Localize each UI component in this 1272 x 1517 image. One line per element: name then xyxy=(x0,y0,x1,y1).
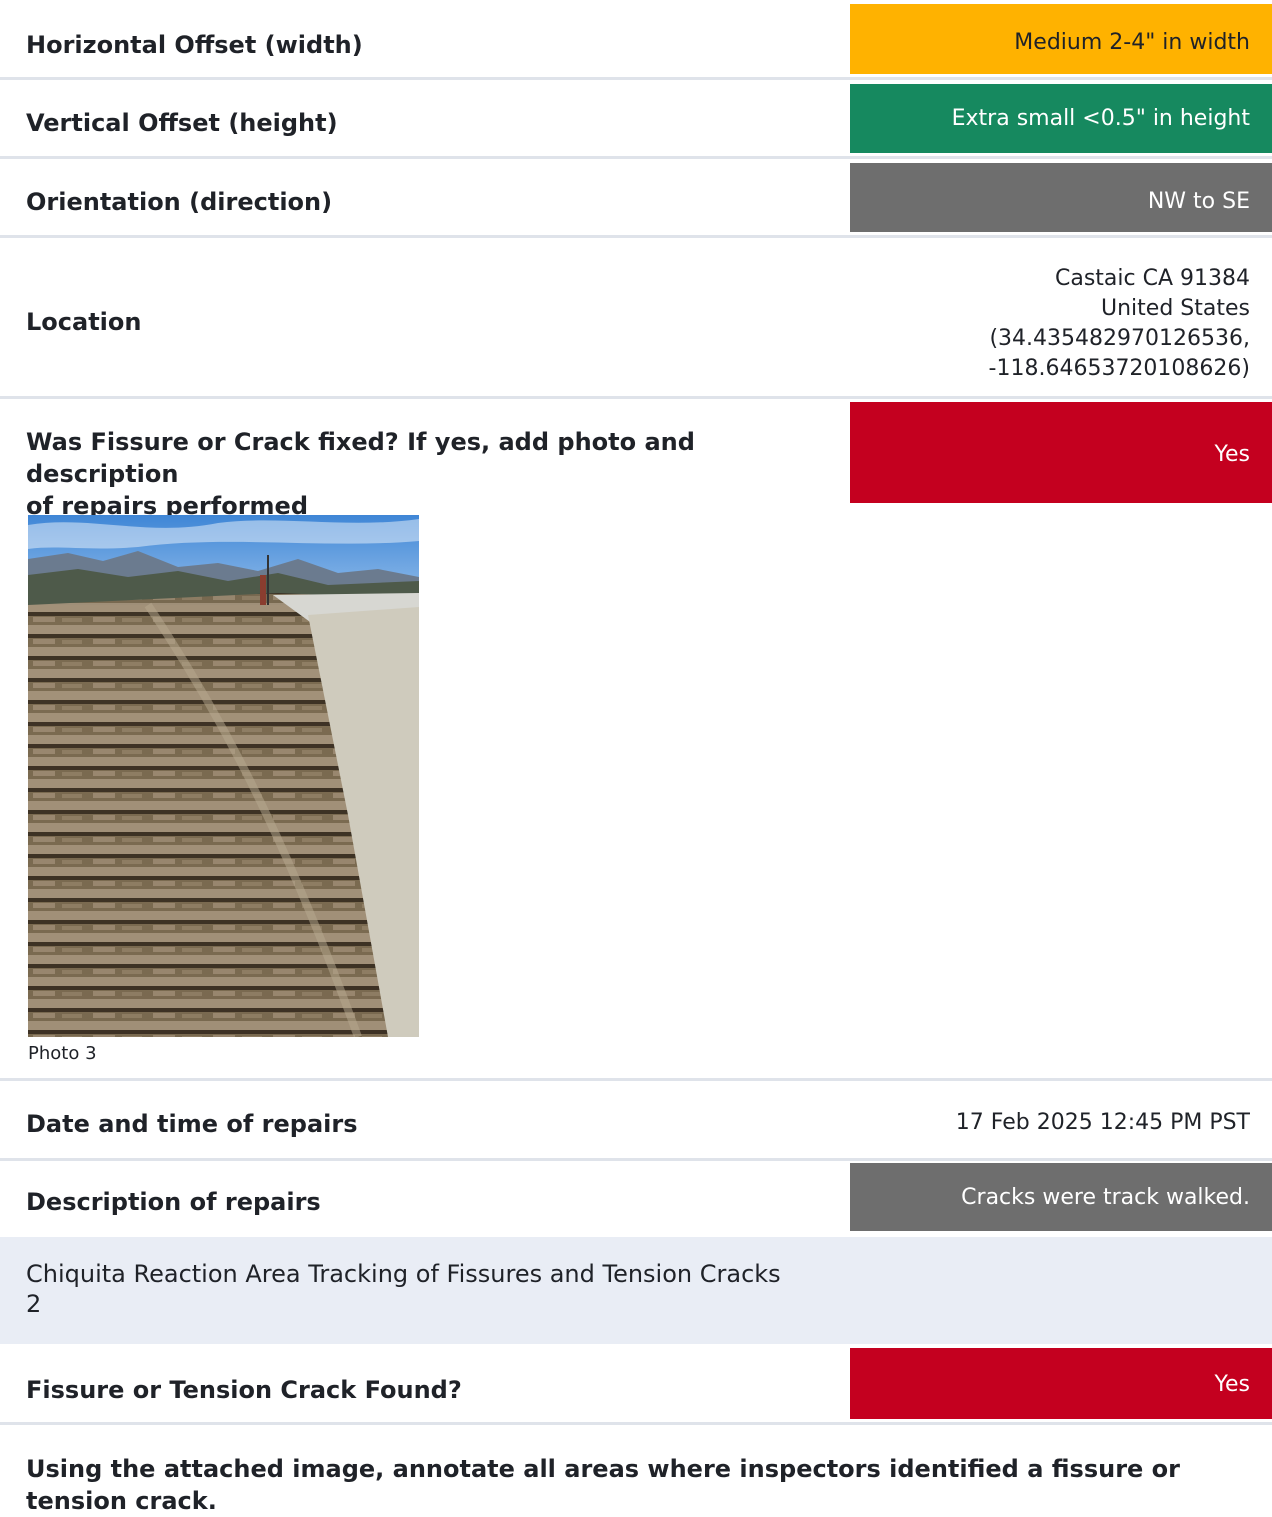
horizontal-offset-row: Horizontal Offset (width) Medium 2-4" in… xyxy=(0,0,1272,80)
repair-date-label: Date and time of repairs xyxy=(26,1110,358,1138)
section-title-line2: 2 xyxy=(26,1290,42,1318)
vertical-offset-label: Vertical Offset (height) xyxy=(26,109,338,137)
annotate-prompt-line2: tension crack. xyxy=(26,1487,217,1515)
orientation-value: NW to SE xyxy=(850,163,1272,232)
horizontal-offset-label: Horizontal Offset (width) xyxy=(26,31,363,59)
fissure-found-label: Fissure or Tension Crack Found? xyxy=(26,1376,462,1404)
section-header: Chiquita Reaction Area Tracking of Fissu… xyxy=(0,1237,1272,1344)
horizontal-offset-value: Medium 2-4" in width xyxy=(850,4,1272,74)
repair-description-label: Description of repairs xyxy=(26,1188,321,1216)
location-line-longitude: -118.64653720108626) xyxy=(988,356,1250,381)
fissure-found-row: Fissure or Tension Crack Found? Yes xyxy=(0,1344,1272,1425)
fixed-row: Was Fissure or Crack fixed? If yes, add … xyxy=(0,399,1272,520)
location-label: Location xyxy=(26,308,142,336)
location-value: Castaic CA 91384 United States (34.43548… xyxy=(989,264,1250,384)
orientation-label: Orientation (direction) xyxy=(26,188,333,216)
repair-date-row: Date and time of repairs 17 Feb 2025 12:… xyxy=(0,1081,1272,1161)
annotate-prompt-line1: Using the attached image, annotate all a… xyxy=(26,1455,1180,1483)
section-title-line1: Chiquita Reaction Area Tracking of Fissu… xyxy=(26,1260,781,1288)
fixed-label-line1: Was Fissure or Crack fixed? If yes, add … xyxy=(26,428,695,488)
fixed-value: Yes xyxy=(850,402,1272,503)
location-line-country: United States xyxy=(1101,296,1250,321)
location-line-city: Castaic CA 91384 xyxy=(1054,266,1250,291)
vertical-offset-value: Extra small <0.5" in height xyxy=(850,84,1272,153)
location-row: Location Castaic CA 91384 United States … xyxy=(0,238,1272,399)
location-line-latitude: (34.435482970126536, xyxy=(989,326,1250,351)
section-title: Chiquita Reaction Area Tracking of Fissu… xyxy=(26,1259,826,1319)
fissure-found-value: Yes xyxy=(850,1348,1272,1419)
repair-description-value: Cracks were track walked. xyxy=(850,1163,1272,1231)
annotate-prompt: Using the attached image, annotate all a… xyxy=(26,1453,1226,1517)
repair-description-row: Description of repairs Cracks were track… xyxy=(0,1161,1272,1237)
repair-date-value: 17 Feb 2025 12:45 PM PST xyxy=(955,1110,1250,1135)
photo-caption: Photo 3 xyxy=(28,1043,97,1064)
fixed-label: Was Fissure or Crack fixed? If yes, add … xyxy=(26,426,846,522)
vertical-offset-row: Vertical Offset (height) Extra small <0.… xyxy=(0,80,1272,159)
repair-photo[interactable] xyxy=(28,515,419,1037)
orientation-row: Orientation (direction) NW to SE xyxy=(0,159,1272,238)
